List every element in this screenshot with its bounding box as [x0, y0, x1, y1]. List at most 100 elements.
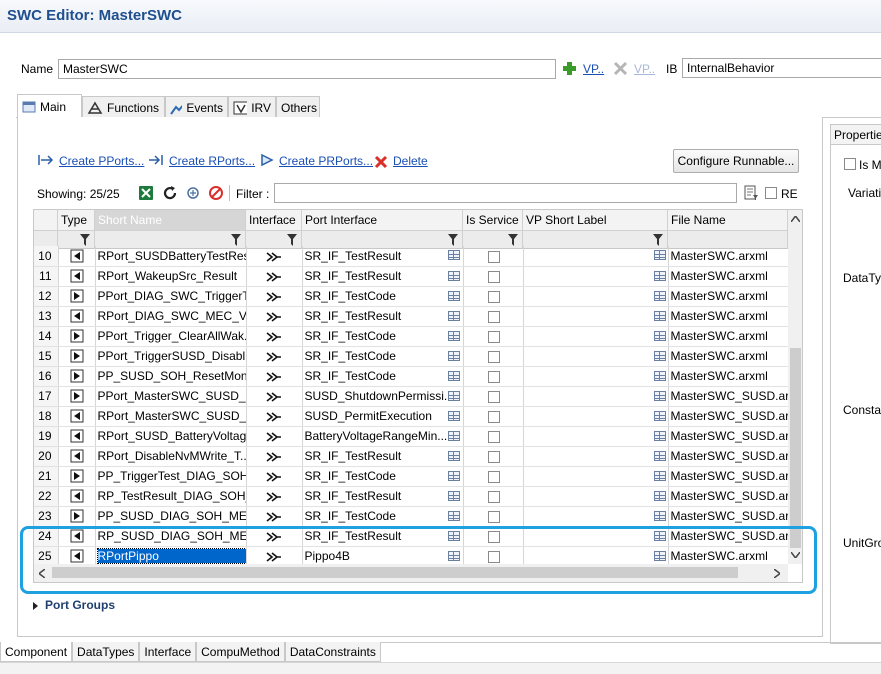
excel-export-icon[interactable] — [138, 185, 154, 201]
table-row[interactable]: 11 RPort_WakeupSrc_Result SR_IF_TestResult… — [34, 266, 788, 287]
document-filter-icon[interactable] — [743, 185, 759, 201]
port-interface-cell[interactable]: SR_IF_TestResult — [302, 486, 464, 507]
browse-icon[interactable] — [447, 410, 460, 421]
table-row[interactable]: 16 PP_SUSD_SOH_ResetMoni... SR_IF_TestCode… — [34, 366, 788, 387]
short-name-cell[interactable]: PPort_DIAG_SWC_TriggerT... — [95, 286, 247, 307]
is-service-checkbox[interactable] — [487, 290, 500, 303]
is-service-checkbox[interactable] — [487, 250, 500, 263]
interface-cell[interactable] — [246, 266, 303, 287]
is-service-checkbox[interactable] — [487, 410, 500, 423]
funnel-icon[interactable] — [80, 234, 90, 246]
col-interface-header[interactable]: Interface — [246, 210, 302, 230]
is-service-cell[interactable] — [463, 366, 524, 387]
short-name-cell[interactable]: RPort_MasterSWC_SUSD_... — [95, 406, 247, 427]
short-name-cell[interactable]: RPort_SUSDBatteryTestRes... — [95, 246, 247, 267]
interface-cell[interactable] — [246, 506, 303, 527]
is-service-checkbox[interactable] — [487, 470, 500, 483]
vertical-scrollbar[interactable] — [788, 210, 802, 564]
port-interface-cell[interactable]: SR_IF_TestCode — [302, 366, 464, 387]
type-cell[interactable] — [58, 286, 96, 307]
funnel-icon[interactable] — [287, 234, 297, 246]
port-interface-cell[interactable]: SR_IF_TestCode — [302, 326, 464, 347]
type-cell[interactable] — [58, 326, 96, 347]
col-vp-short-label-header[interactable]: VP Short Label — [523, 210, 668, 230]
is-service-cell[interactable] — [463, 466, 524, 487]
is-service-checkbox[interactable] — [487, 390, 500, 403]
port-interface-cell[interactable]: BatteryVoltageRangeMin... — [302, 426, 464, 447]
regex-checkbox[interactable] — [765, 187, 777, 199]
create-prports-icon[interactable] — [258, 153, 276, 167]
table-row[interactable]: 20 RPort_DisableNvMWrite_T... SR_IF_TestRe… — [34, 446, 788, 467]
browse-icon[interactable] — [447, 350, 460, 361]
is-service-cell[interactable] — [463, 386, 524, 407]
browse-icon[interactable] — [447, 430, 460, 441]
create-rports-link[interactable]: Create RPorts... — [169, 154, 255, 168]
vp-short-label-cell[interactable] — [523, 466, 669, 487]
vp-short-label-cell[interactable] — [523, 486, 669, 507]
vp-short-label-cell[interactable] — [523, 386, 669, 407]
is-service-cell[interactable] — [463, 286, 524, 307]
type-cell[interactable] — [58, 366, 96, 387]
browse-icon[interactable] — [653, 290, 666, 301]
is-service-cell[interactable] — [463, 406, 524, 427]
table-row[interactable]: 13 RPort_DIAG_SWC_MEC_Va... SR_IF_TestResu… — [34, 306, 788, 327]
vp-short-label-cell[interactable] — [523, 306, 669, 327]
type-cell[interactable] — [58, 306, 96, 327]
short-name-cell[interactable]: PP_TriggerTest_DIAG_SOH... — [95, 466, 247, 487]
table-row[interactable]: 14 PPort_Trigger_ClearAllWak... SR_IF_Test… — [34, 326, 788, 347]
is-service-checkbox[interactable] — [487, 310, 500, 323]
refresh-icon[interactable] — [162, 185, 178, 201]
is-service-checkbox[interactable] — [487, 510, 500, 523]
port-interface-cell[interactable]: SR_IF_TestResult — [302, 446, 464, 467]
interface-cell[interactable] — [246, 386, 303, 407]
is-service-cell[interactable] — [463, 306, 524, 327]
funnel-icon[interactable] — [653, 234, 663, 246]
funnel-icon[interactable] — [231, 234, 241, 246]
browse-icon[interactable] — [447, 330, 460, 341]
port-interface-cell[interactable]: SR_IF_TestCode — [302, 506, 464, 527]
scroll-up-icon[interactable] — [791, 216, 800, 222]
is-service-cell[interactable] — [463, 346, 524, 367]
browse-icon[interactable] — [653, 410, 666, 421]
short-name-cell[interactable]: RPort_DIAG_SWC_MEC_Va... — [95, 306, 247, 327]
interface-cell[interactable] — [246, 306, 303, 327]
filter-input[interactable] — [274, 183, 737, 203]
tab-events[interactable]: Events — [165, 96, 228, 118]
port-interface-cell[interactable]: SR_IF_TestCode — [302, 466, 464, 487]
tab-irv[interactable]: IRV — [228, 96, 276, 118]
is-service-checkbox[interactable] — [487, 270, 500, 283]
interface-cell[interactable] — [246, 366, 303, 387]
tab-others[interactable]: Others — [276, 96, 320, 118]
is-service-cell[interactable] — [463, 426, 524, 447]
remove-vp-icon[interactable] — [613, 61, 628, 76]
name-input[interactable]: MasterSWC — [58, 59, 556, 79]
vp-short-label-cell[interactable] — [523, 266, 669, 287]
browse-icon[interactable] — [447, 250, 460, 260]
browse-icon[interactable] — [447, 370, 460, 381]
interface-cell[interactable] — [246, 426, 303, 447]
ib-input[interactable]: InternalBehavior — [682, 58, 881, 78]
vp-short-label-cell[interactable] — [523, 446, 669, 467]
tab-main[interactable]: Main — [17, 94, 82, 118]
table-row[interactable]: 22 RP_TestResult_DIAG_SOH_... SR_IF_TestRe… — [34, 486, 788, 507]
create-pports-link[interactable]: Create PPorts... — [59, 154, 144, 168]
table-row[interactable]: 18 RPort_MasterSWC_SUSD_... SUSD_PermitExe… — [34, 406, 788, 427]
browse-icon[interactable] — [653, 390, 666, 401]
is-service-checkbox[interactable] — [487, 370, 500, 383]
add-vp-icon[interactable] — [562, 61, 577, 76]
interface-cell[interactable] — [246, 346, 303, 367]
type-cell[interactable] — [58, 446, 96, 467]
interface-cell[interactable] — [246, 246, 303, 267]
col-file-name-header[interactable]: File Name — [668, 210, 788, 230]
vp-short-label-cell[interactable] — [523, 326, 669, 347]
port-interface-cell[interactable]: SUSD_PermitExecution — [302, 406, 464, 427]
browse-icon[interactable] — [447, 450, 460, 461]
clear-filter-icon[interactable] — [208, 185, 224, 201]
port-interface-cell[interactable]: SR_IF_TestResult — [302, 266, 464, 287]
type-cell[interactable] — [58, 406, 96, 427]
type-cell[interactable] — [58, 346, 96, 367]
is-service-checkbox[interactable] — [487, 490, 500, 503]
is-m-checkbox[interactable] — [844, 158, 856, 170]
delete-link[interactable]: Delete — [393, 154, 428, 168]
short-name-cell[interactable]: PP_SUSD_SOH_ResetMoni... — [95, 366, 247, 387]
